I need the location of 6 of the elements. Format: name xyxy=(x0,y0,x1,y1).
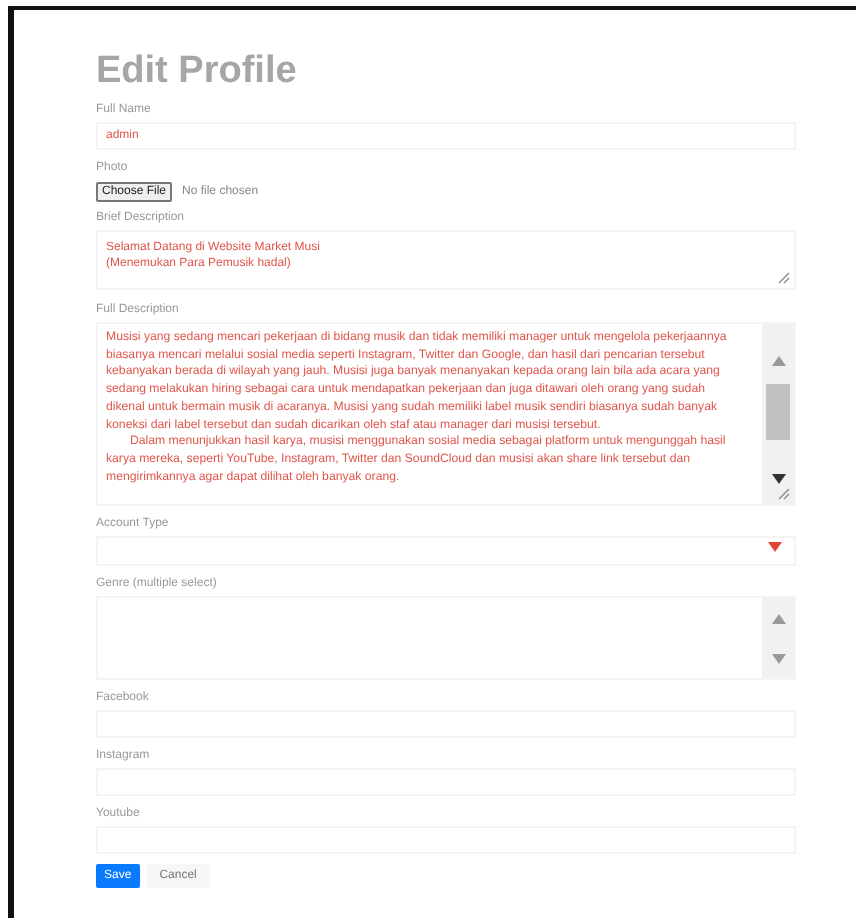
resize-grip-icon[interactable] xyxy=(778,272,790,284)
select-field[interactable] xyxy=(96,536,796,566)
page-title: Edit Profile xyxy=(96,50,299,94)
scroll-up-icon[interactable] xyxy=(771,613,785,623)
dropdown-caret-icon[interactable] xyxy=(768,542,782,552)
multi-select-field[interactable] xyxy=(96,596,796,680)
